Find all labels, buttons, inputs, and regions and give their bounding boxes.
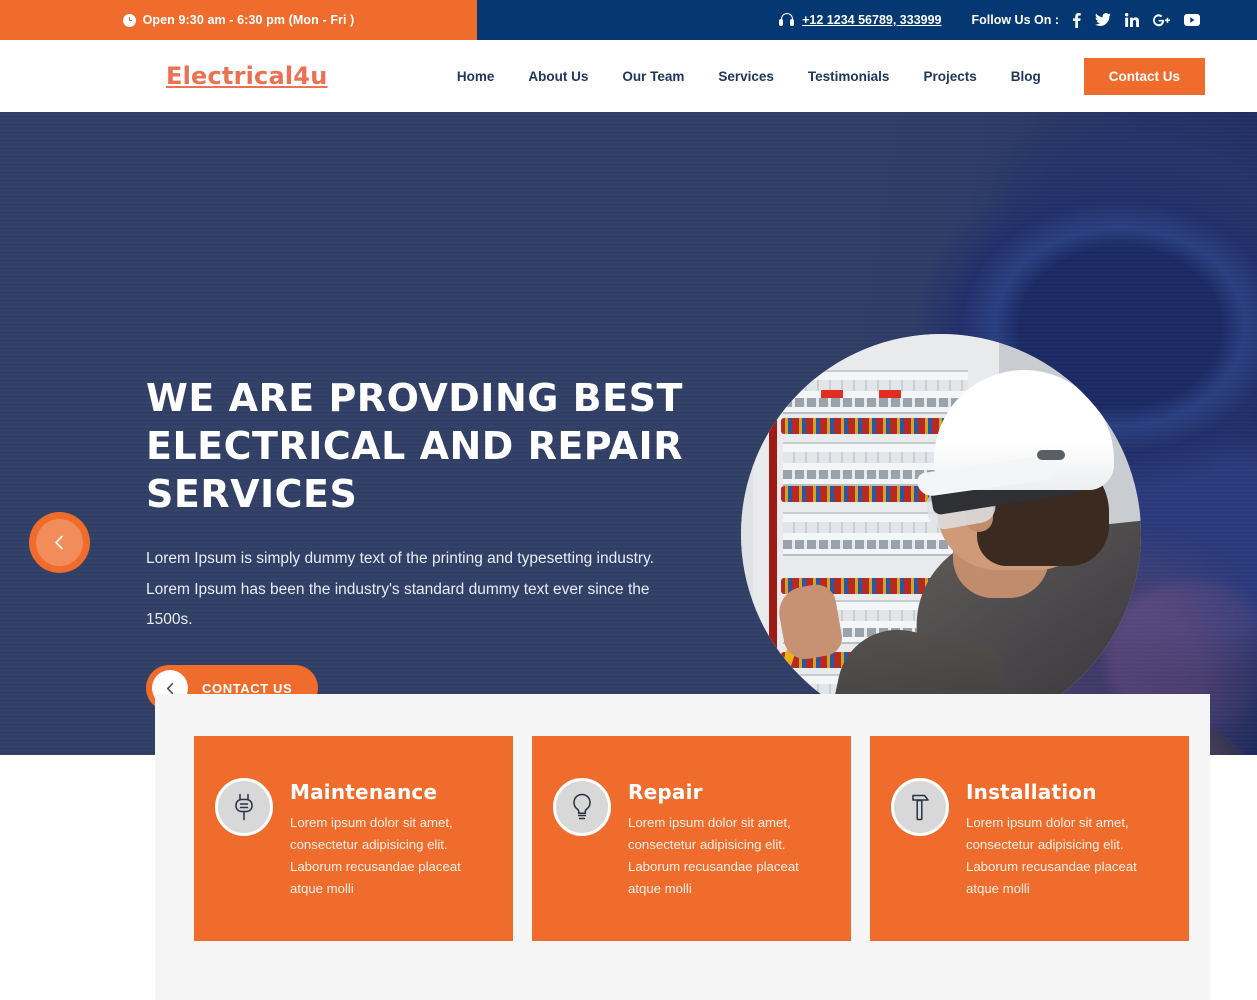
- top-bar-hours-section: Open 9:30 am - 6:30 pm (Mon - Fri ): [0, 0, 477, 40]
- service-card-installation[interactable]: Installation Lorem ipsum dolor sit amet,…: [870, 736, 1189, 941]
- slider-prev-button[interactable]: [29, 512, 90, 573]
- phone-number: +12 1234 56789, 333999: [802, 13, 942, 27]
- phone-link[interactable]: +12 1234 56789, 333999: [779, 13, 942, 27]
- hammer-icon: [891, 778, 949, 836]
- nav-item-blog[interactable]: Blog: [994, 69, 1058, 84]
- nav-item-home[interactable]: Home: [440, 69, 512, 84]
- clock-icon: [122, 13, 136, 27]
- opening-hours-text: Open 9:30 am - 6:30 pm (Mon - Fri ): [142, 13, 355, 27]
- service-title: Installation: [966, 780, 1097, 804]
- plug-icon: [215, 778, 273, 836]
- main-navigation: Home About Us Our Team Services Testimon…: [440, 40, 1205, 112]
- nav-item-projects[interactable]: Projects: [906, 69, 993, 84]
- service-text: Lorem ipsum dolor sit amet, consectetur …: [628, 815, 799, 896]
- chevron-left-icon: [36, 519, 83, 566]
- service-card-repair[interactable]: Repair Lorem ipsum dolor sit amet, conse…: [532, 736, 851, 941]
- follow-us-block: Follow Us On :: [971, 12, 1200, 28]
- facebook-icon[interactable]: [1072, 12, 1081, 28]
- hero-title: WE ARE PROVDING BEST ELECTRICAL AND REPA…: [146, 376, 683, 516]
- service-text: Lorem ipsum dolor sit amet, consectetur …: [290, 815, 461, 896]
- nav-item-about-us[interactable]: About Us: [511, 69, 605, 84]
- lightbulb-icon: [553, 778, 611, 836]
- linkedin-icon[interactable]: [1125, 13, 1139, 27]
- contact-us-button[interactable]: Contact Us: [1083, 57, 1205, 95]
- twitter-icon[interactable]: [1095, 13, 1111, 27]
- opening-hours: Open 9:30 am - 6:30 pm (Mon - Fri ): [122, 13, 355, 27]
- site-header: Electrical4u Home About Us Our Team Serv…: [0, 40, 1257, 112]
- googleplus-icon[interactable]: [1153, 13, 1170, 27]
- nav-item-our-team[interactable]: Our Team: [605, 69, 701, 84]
- youtube-icon[interactable]: [1184, 14, 1200, 26]
- service-text: Lorem ipsum dolor sit amet, consectetur …: [966, 815, 1137, 896]
- nav-item-services[interactable]: Services: [701, 69, 791, 84]
- services-cards: Maintenance Lorem ipsum dolor sit amet, …: [194, 736, 1189, 941]
- top-bar-contact-section: +12 1234 56789, 333999 Follow Us On :: [477, 0, 1257, 40]
- nav-item-testimonials[interactable]: Testimonials: [791, 69, 907, 84]
- hero-slider: WE ARE PROVDING BEST ELECTRICAL AND REPA…: [0, 112, 1257, 755]
- follow-us-label: Follow Us On :: [971, 13, 1060, 27]
- logo[interactable]: Electrical4u: [166, 62, 328, 90]
- service-card-maintenance[interactable]: Maintenance Lorem ipsum dolor sit amet, …: [194, 736, 513, 941]
- hero-paragraph: Lorem Ipsum is simply dummy text of the …: [146, 550, 654, 628]
- headset-icon: [779, 13, 795, 27]
- service-title: Maintenance: [290, 780, 438, 804]
- service-title: Repair: [628, 780, 703, 804]
- top-bar: Open 9:30 am - 6:30 pm (Mon - Fri ) +12 …: [0, 0, 1257, 40]
- social-links: [1072, 12, 1200, 28]
